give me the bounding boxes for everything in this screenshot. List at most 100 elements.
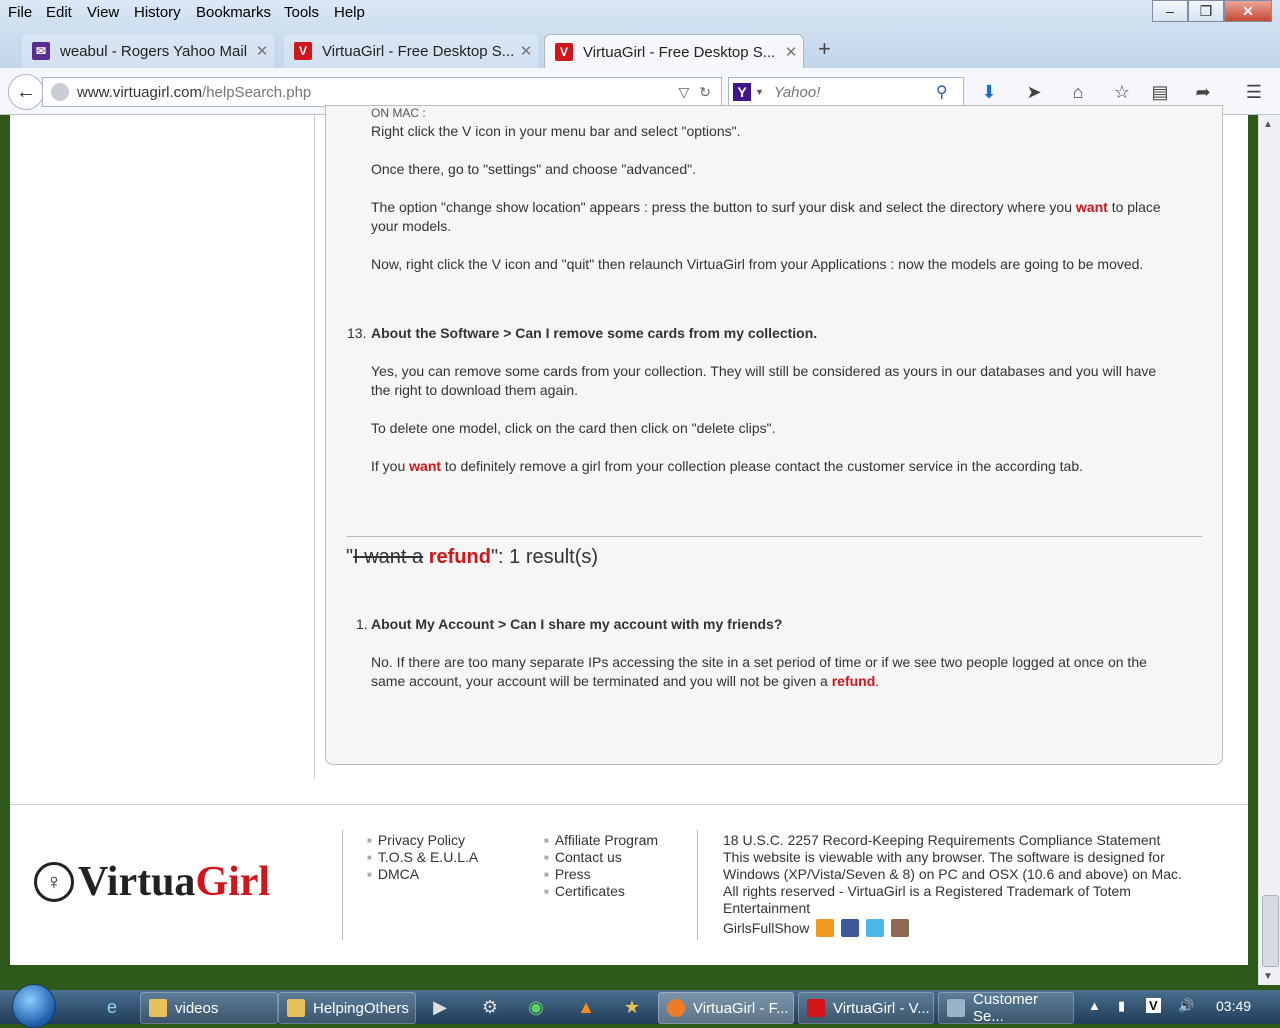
result-question-title[interactable]: About the Software > Can I remove some c… [371,324,817,343]
close-tab-icon[interactable]: ✕ [514,42,538,60]
menu-tools[interactable]: Tools [284,4,319,21]
close-button[interactable]: ✕ [1224,0,1272,22]
legal-line: Entertainment [723,900,811,916]
footer-separator [697,830,698,940]
taskbar-button-helpingothers[interactable]: HelpingOthers [278,992,416,1024]
menu-file[interactable]: File [8,4,32,21]
close-tab-icon[interactable]: ✕ [250,42,274,60]
answer-text: If you [371,458,406,474]
legal-line: Windows (XP/Vista/Seven & 8) on PC and O… [723,866,1182,882]
search-input[interactable] [771,82,936,102]
url-text[interactable]: www.virtuagirl.com/helpSearch.php [77,84,678,101]
virtuagirl-tray-icon[interactable]: V [1146,998,1161,1013]
tab-title: VirtuaGirl - Free Desktop S... [322,42,514,60]
tab-virtuagirl-2[interactable]: V VirtuaGirl - Free Desktop S... ✕ [544,34,804,69]
volume-icon[interactable]: 🔊 [1178,998,1194,1014]
answer-paragraph: To delete one model, click on the card t… [371,420,776,436]
facebook-icon[interactable] [841,919,860,937]
menu-bookmarks[interactable]: Bookmarks [196,4,271,21]
chrome-icon[interactable]: ◉ [524,995,548,1019]
footer-link-dmca[interactable]: DMCA [367,866,478,883]
footer-link-certificates[interactable]: Certificates [544,883,658,900]
menu-history[interactable]: History [134,4,181,21]
menu-edit[interactable]: Edit [46,4,72,21]
yahoo-icon[interactable]: Y [733,83,751,101]
scroll-up-icon[interactable]: ▲ [1263,119,1273,130]
legal-line: All rights reserved - VirtuaGirl is a Re… [723,883,1131,899]
rss-icon[interactable] [816,919,835,937]
scroll-thumb[interactable] [1262,895,1279,967]
back-button[interactable]: ← [8,74,44,110]
answer-paragraph: Yes, you can remove some cards from your… [371,363,1157,379]
internet-explorer-icon[interactable]: e [100,995,124,1019]
footer-link-privacy[interactable]: Privacy Policy [367,832,478,849]
tab-title: VirtuaGirl - Free Desktop S... [583,43,776,61]
bookmark-star-icon[interactable]: ☆ [1110,80,1134,104]
menu-help[interactable]: Help [334,4,365,21]
tab-virtuagirl-1[interactable]: V VirtuaGirl - Free Desktop S... ✕ [284,34,538,68]
taskbar-button-virtuagirl[interactable]: VirtuaGirl - V... [798,992,934,1024]
help-results-box: ON MAC : Right click the V icon in your … [325,105,1223,765]
answer-text: to definitely remove a girl from your co… [444,458,1084,474]
start-button[interactable] [12,984,56,1028]
footer-link-affiliate[interactable]: Affiliate Program [544,832,658,849]
footer-link-contact[interactable]: Contact us [544,849,658,866]
result-number: 13. [347,325,367,341]
silhouette-logo-icon: ♀ [34,862,74,902]
signal-icon[interactable]: ▮ [1118,998,1125,1014]
send-icon[interactable]: ➤ [1022,80,1046,104]
network-globe-icon[interactable]: ⚙ [478,995,502,1019]
instagram-icon[interactable] [890,919,909,937]
dropdown-arrow-icon[interactable]: ▽ [678,84,689,101]
menu-view[interactable]: View [87,4,119,21]
url-domain: www.virtuagirl.com [77,83,203,101]
keyword-highlight: refund [831,673,876,689]
footer-link-press[interactable]: Press [544,866,658,883]
home-icon[interactable]: ⌂ [1066,80,1090,104]
url-bar[interactable]: www.virtuagirl.com/helpSearch.php ▽ ↻ [42,77,722,107]
close-tab-icon[interactable]: ✕ [779,43,803,61]
clock[interactable]: 03:49 [1216,998,1251,1014]
answer-text: The option "change show location" appear… [371,199,1073,215]
new-tab-icon[interactable]: + [818,36,831,62]
answer-text: . [875,673,880,689]
vlc-icon[interactable]: ▲ [574,995,598,1019]
tab-title: weabul - Rogers Yahoo Mail [60,42,248,60]
scroll-down-icon[interactable]: ▼ [1263,971,1273,982]
forward-circle-icon[interactable]: ➦ [1191,80,1215,104]
app-icon[interactable]: ★ [620,995,644,1019]
tab-yahoo-mail[interactable]: ✉ weabul - Rogers Yahoo Mail ✕ [22,34,274,68]
search-icon[interactable]: ⚲ [936,82,948,102]
result-number: 1. [356,616,368,632]
taskbar-button-customer-service[interactable]: Customer Se... [938,991,1074,1025]
reading-list-icon[interactable]: ▤ [1148,80,1172,104]
window-controls: – ❐ ✕ [1152,0,1272,22]
taskbar-button-videos[interactable]: videos [140,992,278,1024]
folder-icon [287,999,305,1017]
url-path: /helpSearch.php [202,83,312,101]
hamburger-menu-icon[interactable]: ☰ [1242,80,1266,104]
chevron-down-icon[interactable]: ▼ [755,87,764,97]
media-player-icon[interactable]: ▶ [428,995,452,1019]
social-row: GirlsFullShow [723,919,1193,937]
virtuagirl-logo[interactable]: ♀ Virtua Girl [34,857,324,907]
tray-expand-icon[interactable]: ▲ [1088,998,1101,1013]
result-count: ": 1 result(s) [490,546,599,568]
download-icon[interactable]: ⬇ [977,80,1001,104]
girlsfullshow-link[interactable]: GirlsFullShow [723,920,809,936]
legal-line[interactable]: 18 U.S.C. 2257 Record-Keeping Requiremen… [723,832,1193,849]
footer-link-tos[interactable]: T.O.S & E.U.L.A [367,849,478,866]
vertical-scrollbar[interactable]: ▲ ▼ [1258,115,1280,985]
minimize-button[interactable]: – [1152,0,1188,22]
logo-text-girl: Girl [195,859,271,905]
sidebar-divider [314,115,315,779]
result-question-title[interactable]: About My Account > Can I share my accoun… [371,615,782,634]
answer-paragraph: If you want to definitely remove a girl … [371,457,1083,476]
reload-icon[interactable]: ↻ [699,84,711,101]
twitter-icon[interactable] [866,919,885,937]
search-bar[interactable]: Y ▼ ⚲ [728,77,964,107]
folder-icon [149,999,167,1017]
answer-text: same account, your account will be termi… [371,673,828,689]
taskbar-button-firefox[interactable]: VirtuaGirl - F... [658,992,794,1024]
restore-button[interactable]: ❐ [1188,0,1224,22]
